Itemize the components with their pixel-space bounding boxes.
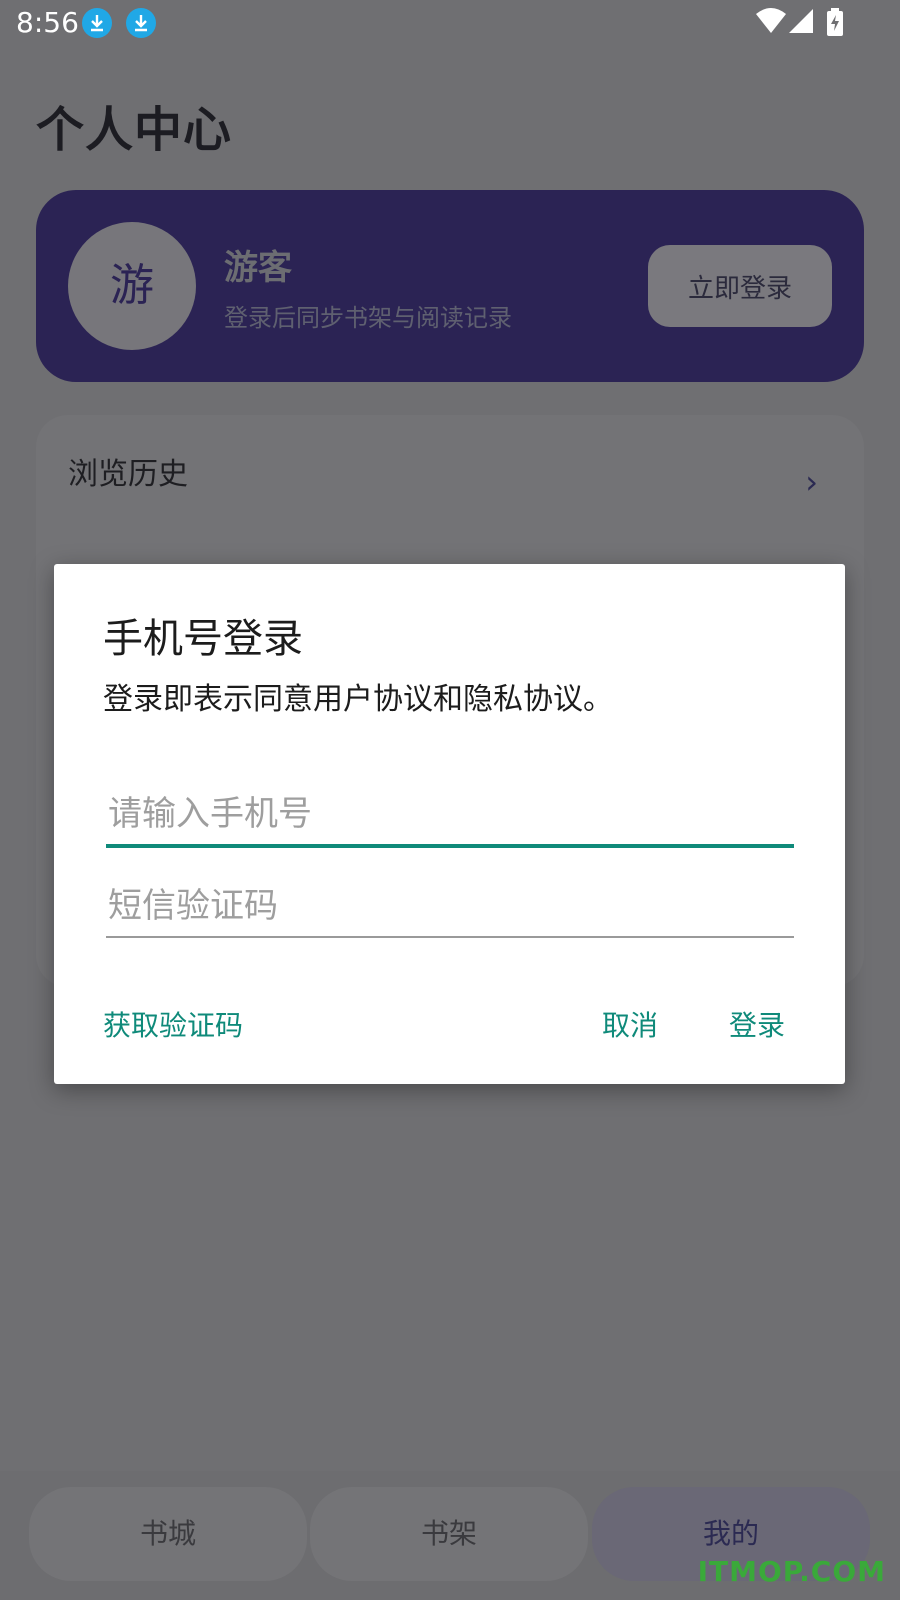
download-icon (82, 8, 112, 38)
code-field (106, 876, 794, 938)
user-subtitle: 登录后同步书架与阅读记录 (224, 304, 512, 332)
avatar-initial: 游 (110, 260, 154, 311)
wifi-icon (756, 8, 786, 38)
sms-code-input[interactable] (106, 876, 794, 936)
battery-charging-icon (826, 8, 844, 40)
status-time: 8:56 (16, 6, 79, 39)
chevron-right-icon: › (805, 463, 818, 501)
phone-login-dialog: 手机号登录 登录即表示同意用户协议和隐私协议。 获取验证码 取消 登录 (54, 564, 845, 1084)
dialog-description: 登录即表示同意用户协议和隐私协议。 (103, 682, 613, 717)
user-name: 游客 (224, 248, 292, 288)
avatar: 游 (68, 222, 196, 350)
page-title: 个人中心 (36, 102, 233, 158)
login-button[interactable]: 登录 (729, 1004, 785, 1044)
get-code-button[interactable]: 获取验证码 (103, 1004, 243, 1044)
profile-card: 游 游客 登录后同步书架与阅读记录 立即登录 (36, 190, 864, 382)
status-bar: 8:56 (0, 0, 900, 48)
download-icon (126, 8, 156, 38)
phone-input[interactable] (106, 784, 794, 844)
signal-icon (788, 8, 814, 38)
cancel-button[interactable]: 取消 (602, 1004, 658, 1044)
nav-item-bookshelf[interactable]: 书架 (310, 1487, 588, 1581)
history-label: 浏览历史 (68, 457, 188, 492)
phone-field (106, 784, 794, 848)
nav-item-bookstore[interactable]: 书城 (29, 1487, 307, 1581)
watermark: ITMOP.COM (697, 1555, 886, 1588)
dialog-title: 手机号登录 (103, 616, 303, 662)
login-now-button[interactable]: 立即登录 (648, 245, 832, 327)
